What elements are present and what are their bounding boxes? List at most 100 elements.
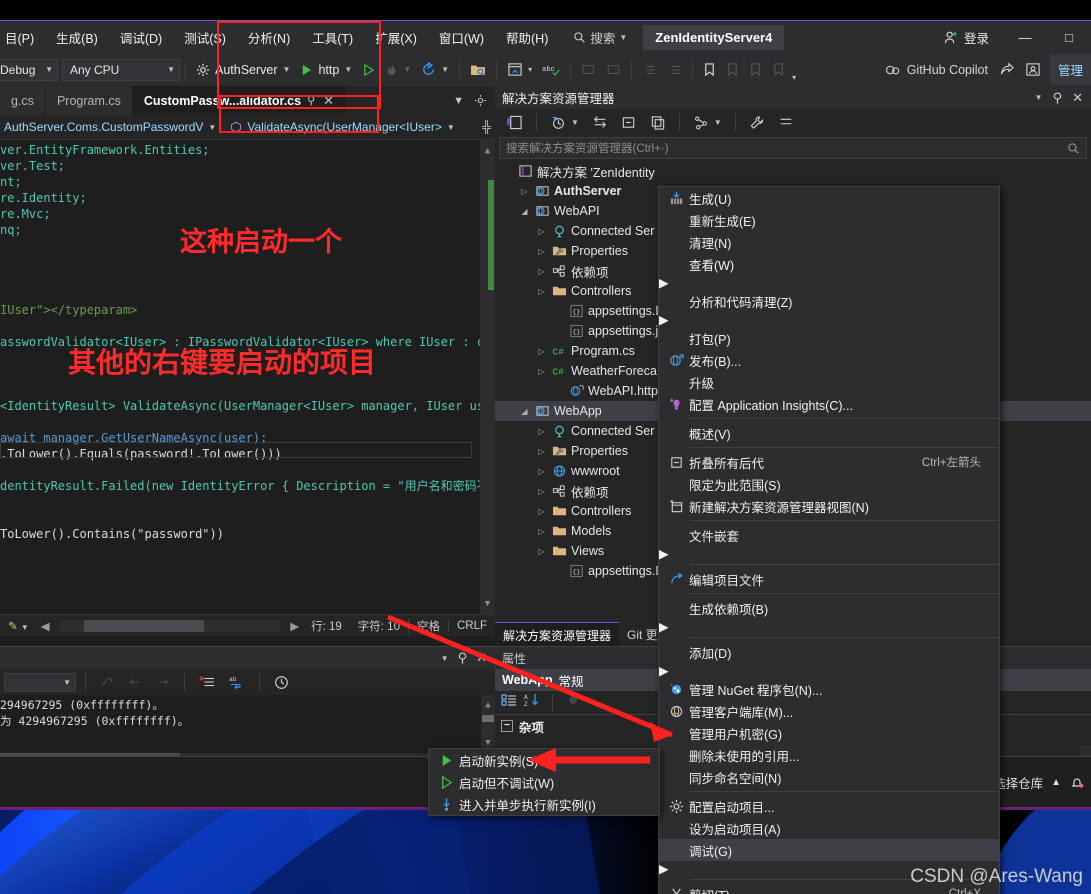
debug-submenu-item[interactable]: 启动但不调试(W) — [429, 771, 659, 793]
comment-button[interactable] — [576, 60, 601, 80]
context-menu-item[interactable]: 打包(P) — [659, 327, 999, 349]
home-view-button[interactable] — [501, 112, 528, 133]
gear-icon[interactable] — [474, 94, 487, 107]
alphabetical-view-button[interactable]: A Z — [524, 693, 540, 712]
collapse-all-button[interactable] — [616, 112, 642, 133]
editor-tab-g-cs[interactable]: g.cs — [0, 86, 46, 115]
editor-vertical-scrollbar[interactable]: ▲ ▼ — [480, 140, 495, 614]
menu-tools[interactable]: 工具(T) — [301, 24, 364, 51]
context-menu-item[interactable]: 编辑项目文件 — [659, 568, 999, 590]
context-menu-item[interactable]: 管理 NuGet 程序包(N)... — [659, 678, 999, 700]
nav-member-dropdown[interactable]: ValidateAsync(UserManager<IUser> ▼ — [226, 120, 472, 134]
decrease-indent-button[interactable] — [637, 60, 662, 80]
open-folder-button[interactable] — [465, 60, 491, 80]
github-copilot-button[interactable]: GitHub Copilot — [879, 63, 994, 77]
menu-build[interactable]: 生成(B) — [45, 24, 109, 51]
solution-explorer-nav-button[interactable]: ▾ — [502, 59, 537, 80]
hot-reload-button[interactable]: ▼ — [380, 60, 416, 80]
collapsed-twisty-icon[interactable]: ▷ — [535, 427, 548, 436]
output-text-area[interactable]: 294967295 (0xffffffff)。 为 4294967295 (0x… — [0, 695, 495, 753]
share-button[interactable] — [994, 59, 1020, 80]
preview-selected-items-button[interactable] — [773, 112, 799, 132]
collapsed-twisty-icon[interactable]: ▷ — [535, 547, 548, 556]
menu-extensions[interactable]: 扩展(X) — [364, 24, 428, 51]
run-without-debug-button[interactable] — [357, 60, 380, 80]
output-history-button[interactable] — [269, 672, 294, 693]
project-context-menu[interactable]: 生成(U) 重新生成(E) 清理(N) 查看(W) ▶ 分析和代码清理(Z) ▶ 打包(P) 发… — [658, 186, 1000, 894]
close-icon[interactable]: ✕ — [476, 650, 487, 666]
tab-solution-explorer[interactable]: 解决方案资源管理器 — [495, 622, 620, 646]
collapsed-twisty-icon[interactable]: ▷ — [535, 487, 548, 496]
collapsed-twisty-icon[interactable]: ▷ — [535, 447, 548, 456]
expanded-twisty-icon[interactable]: ◢ — [518, 407, 531, 416]
context-menu-item[interactable]: 删除未使用的引用... — [659, 744, 999, 766]
debug-submenu-item[interactable]: 进入并单步执行新实例(I) — [429, 793, 659, 815]
spell-check-button[interactable]: abc — [537, 60, 565, 80]
scrollbar-thumb[interactable] — [488, 180, 494, 290]
hscroll-right-arrow[interactable]: ▶ — [286, 619, 303, 633]
restart-button[interactable]: ▼ — [416, 59, 454, 80]
editor-tab-overflow[interactable]: ▼ — [445, 86, 495, 115]
toggle-bookmark-button[interactable] — [698, 59, 721, 80]
menu-bar[interactable]: 目(P) 生成(B) 调试(D) 测试(S) 分析(N) 工具(T) 扩展(X)… — [0, 24, 559, 51]
run-button[interactable]: http ▼ — [295, 60, 357, 80]
output-vertical-scrollbar[interactable]: ▲ ▼ — [481, 695, 495, 753]
categorized-view-button[interactable] — [501, 693, 517, 712]
output-prev-button[interactable] — [123, 672, 147, 692]
editor-tab-program-cs[interactable]: Program.cs — [45, 86, 133, 115]
maximize-button[interactable]: □ — [1047, 21, 1091, 53]
debug-submenu[interactable]: 启动新实例(S) 启动但不调试(W) 进入并单步执行新实例(I) — [428, 748, 660, 816]
context-menu-item[interactable]: 升级 — [659, 371, 999, 393]
context-menu-item[interactable]: 分析和代码清理(Z) — [659, 290, 999, 312]
pin-icon[interactable]: ⚲ — [1053, 90, 1063, 106]
context-menu-item[interactable]: 新建解决方案资源管理器视图(N) — [659, 495, 999, 517]
solution-explorer-search-input[interactable]: 搜索解决方案资源管理器(Ctrl+·) — [499, 137, 1087, 159]
chevron-down-icon[interactable]: ▼ — [441, 654, 449, 663]
menu-test[interactable]: 测试(S) — [173, 24, 237, 51]
collapsed-twisty-icon[interactable]: ▷ — [535, 467, 548, 476]
spaces-indicator[interactable]: 空格 — [407, 617, 448, 634]
context-menu-item[interactable]: 配置 Application Insights(C)... — [659, 393, 999, 415]
next-bookmark-button[interactable] — [744, 59, 767, 80]
view-options-button[interactable]: ▼ — [688, 112, 727, 133]
context-menu-item[interactable]: 重新生成(E) — [659, 209, 999, 231]
clear-output-button[interactable] — [194, 672, 220, 692]
config-combo[interactable]: Debug ▼ — [0, 58, 58, 81]
startup-project-selector[interactable]: AuthServer ▼ — [191, 60, 295, 80]
editor-horizontal-scrollbar[interactable] — [59, 619, 281, 632]
show-all-files-button[interactable] — [645, 112, 671, 133]
editor-tab-custompasswordvalidator-cs[interactable]: CustomPassw...alidator.cs ⚲ ✕ — [132, 86, 347, 115]
collapsed-twisty-icon[interactable]: ▷ — [535, 227, 548, 236]
repo-selector-label[interactable]: 选择仓库 — [993, 773, 1043, 792]
context-menu-item[interactable]: 概述(V) — [659, 422, 999, 444]
property-pages-button[interactable] — [565, 693, 581, 712]
clear-bookmarks-button[interactable] — [767, 59, 790, 80]
chevron-up-icon[interactable]: ▲ — [1051, 777, 1061, 788]
toolbar-overflow-icon[interactable]: ▾ — [792, 73, 796, 86]
collapsed-twisty-icon[interactable]: ▷ — [535, 527, 548, 536]
collapsed-twisty-icon[interactable]: ▷ — [535, 287, 548, 296]
sync-with-active-document-button[interactable] — [587, 112, 613, 132]
scroll-up-icon[interactable]: ▲ — [480, 140, 495, 159]
context-menu-item[interactable]: 设为启动项目(A) — [659, 817, 999, 839]
pen-icon[interactable]: ✎ ▼ — [0, 619, 37, 633]
context-menu-item[interactable]: 限定为此范围(S) — [659, 473, 999, 495]
properties-button[interactable] — [744, 112, 770, 133]
pin-icon[interactable]: ⚲ — [307, 94, 315, 107]
output-source-combo[interactable]: ▼ — [4, 672, 76, 692]
chevron-down-icon[interactable]: ▼ — [1035, 93, 1043, 102]
expander-icon[interactable]: − — [501, 720, 513, 732]
collapsed-twisty-icon[interactable]: ▷ — [518, 187, 531, 196]
debug-submenu-item[interactable]: 启动新实例(S) — [429, 749, 659, 771]
collapsed-twisty-icon[interactable]: ▷ — [535, 347, 548, 356]
output-jump-button[interactable] — [95, 672, 119, 692]
collapsed-twisty-icon[interactable]: ▷ — [535, 367, 548, 376]
context-menu-item[interactable]: 同步命名空间(N) — [659, 766, 999, 788]
global-search[interactable]: 搜索 ▼ — [573, 28, 627, 47]
menu-project[interactable]: 目(P) — [0, 24, 45, 51]
menu-help[interactable]: 帮助(H) — [495, 24, 559, 51]
menu-window[interactable]: 窗口(W) — [428, 24, 495, 51]
context-menu-item[interactable]: 管理用户机密(G) — [659, 722, 999, 744]
split-view-button[interactable]: ╬ — [478, 120, 495, 134]
context-menu-item[interactable]: 管理客户端库(M)... — [659, 700, 999, 722]
